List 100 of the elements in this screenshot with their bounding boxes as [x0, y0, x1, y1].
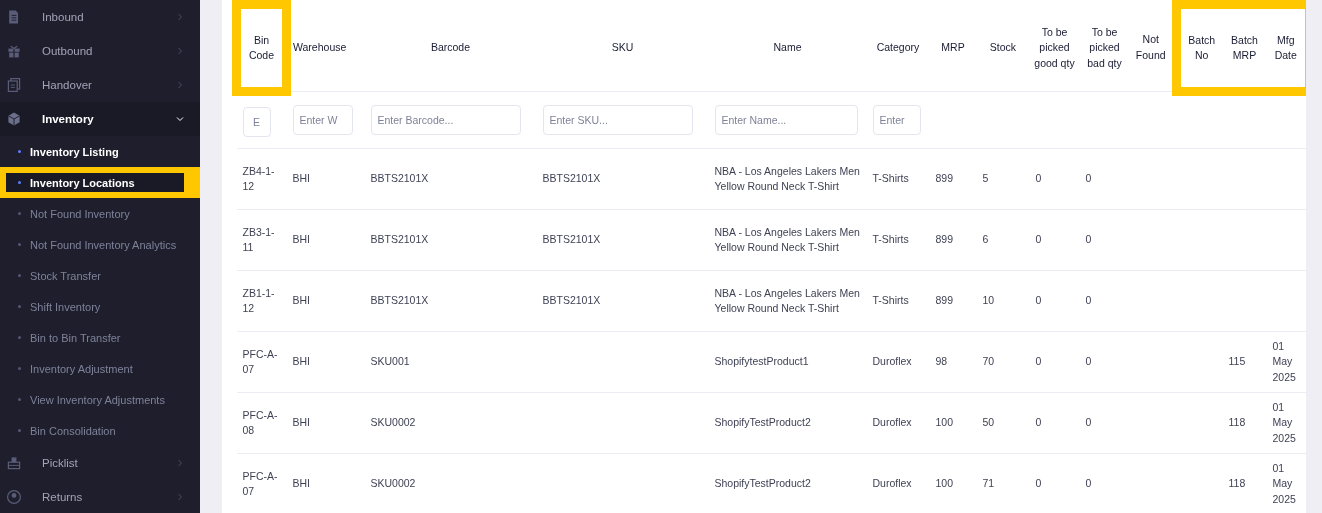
- table-cell: BHI: [292, 477, 310, 490]
- table-cell: ShopifyTestProduct2: [714, 416, 811, 429]
- table-cell: BBTS2101X: [542, 172, 601, 185]
- chevron-right-icon: [176, 13, 184, 21]
- table-cell: 0: [1085, 477, 1092, 490]
- table-cell: PFC-A-08: [242, 408, 278, 436]
- table-cell: 0: [1035, 416, 1042, 429]
- table-cell: BBTS2101X: [370, 172, 429, 185]
- column-header: Barcode: [364, 4, 537, 92]
- copy-icon: [6, 77, 22, 93]
- table-cell: BBTS2101X: [370, 233, 429, 246]
- table-cell: BHI: [292, 294, 310, 307]
- table-cell: 0: [1035, 294, 1042, 307]
- sidebar-item[interactable]: Shift Inventory: [0, 291, 200, 322]
- table-cell: SKU001: [370, 355, 410, 368]
- table-cell: NBA - Los Angeles Lakers Men Yellow Round Neck T-Shirt: [714, 286, 860, 314]
- sidebar-section[interactable]: Picklist: [0, 446, 200, 480]
- table-cell: 899: [935, 233, 954, 246]
- cube-icon: [6, 111, 22, 127]
- table-cell: ZB4-1-12: [242, 164, 275, 192]
- column-header: Warehouse: [286, 4, 365, 92]
- filter-field[interactable]: E: [242, 107, 271, 137]
- column-header: Category: [866, 4, 930, 92]
- table-cell: BHI: [292, 355, 310, 368]
- table-cell: Duroflex: [872, 355, 912, 368]
- table-cell: 98: [935, 355, 948, 368]
- table-cell: BHI: [292, 172, 310, 185]
- gift-icon: [6, 43, 22, 59]
- sidebar-item[interactable]: Inventory Listing: [0, 136, 200, 167]
- sidebar-item[interactable]: Inventory Locations: [0, 167, 200, 198]
- table-cell: 115: [1228, 355, 1246, 368]
- sidebar-item[interactable]: Bin Consolidation: [0, 415, 200, 446]
- sidebar-section[interactable]: Inventory: [0, 102, 200, 136]
- table-cell: T-Shirts: [872, 172, 909, 185]
- table-cell: 0: [1035, 477, 1042, 490]
- table-cell: SKU0002: [370, 477, 416, 490]
- table-cell: 0: [1085, 233, 1092, 246]
- column-header: MRP: [929, 4, 977, 92]
- table-cell: 0: [1085, 355, 1092, 368]
- filter-field[interactable]: Enter Name...: [714, 105, 858, 135]
- chevron-down-icon: [176, 115, 184, 123]
- table-cell: 5: [982, 172, 989, 185]
- table-cell: 01 May 2025: [1272, 461, 1296, 505]
- table-cell: 70: [982, 355, 995, 368]
- sidebar-item[interactable]: Not Found Inventory: [0, 198, 200, 229]
- sidebar-section[interactable]: Returns: [0, 480, 200, 513]
- sidebar-item[interactable]: Not Found Inventory Analytics: [0, 229, 200, 260]
- table-cell: PFC-A-07: [242, 469, 278, 497]
- table-cell: T-Shirts: [872, 294, 909, 307]
- column-header: Name: [708, 4, 867, 92]
- table-cell: BBTS2101X: [370, 294, 429, 307]
- sidebar-item[interactable]: Inventory Adjustment: [0, 353, 200, 384]
- sidebar-section[interactable]: Outbound: [0, 34, 200, 68]
- table-cell: 118: [1228, 416, 1246, 429]
- column-header: To be picked good qty: [1029, 4, 1080, 92]
- column-header: Stock: [976, 4, 1030, 92]
- tray-icon: [6, 455, 22, 471]
- table-cell: 01 May 2025: [1272, 400, 1296, 444]
- sidebar-item[interactable]: Stock Transfer: [0, 260, 200, 291]
- table-cell: 899: [935, 172, 954, 185]
- chevron-right-icon: [176, 459, 184, 467]
- table-cell: ZB3-1-11: [242, 225, 275, 253]
- table-cell: 100: [935, 416, 954, 429]
- table-cell: BHI: [292, 233, 310, 246]
- table-cell: 50: [982, 416, 995, 429]
- table-cell: 0: [1035, 355, 1042, 368]
- table-cell: PFC-A-07: [242, 347, 278, 375]
- sidebar-item[interactable]: Bin to Bin Transfer: [0, 322, 200, 353]
- table-cell: 118: [1228, 477, 1246, 490]
- table-cell: NBA - Los Angeles Lakers Men Yellow Round Neck T-Shirt: [714, 225, 860, 253]
- table-cell: 01 May 2025: [1272, 339, 1296, 383]
- table-cell: T-Shirts: [872, 233, 909, 246]
- table-cell: BHI: [292, 416, 310, 429]
- filter-field[interactable]: Enter W: [292, 105, 353, 135]
- table-cell: 0: [1085, 172, 1092, 185]
- column-header: SKU: [536, 4, 709, 92]
- table-cell: 100: [935, 477, 954, 490]
- sidebar-section[interactable]: Handover: [0, 68, 200, 102]
- table-cell: 6: [982, 233, 989, 246]
- table-cell: BBTS2101X: [542, 294, 601, 307]
- table-cell: ShopifytestProduct1: [714, 355, 809, 368]
- column-header: Not Found: [1129, 4, 1177, 92]
- sidebar-item[interactable]: View Inventory Adjustments: [0, 384, 200, 415]
- table-cell: 0: [1085, 294, 1092, 307]
- table-cell: 71: [982, 477, 995, 490]
- table-cell: 899: [935, 294, 954, 307]
- filter-field[interactable]: Enter SKU...: [542, 105, 693, 135]
- table-cell: NBA - Los Angeles Lakers Men Yellow Round Neck T-Shirt: [714, 164, 860, 192]
- chevron-right-icon: [176, 81, 184, 89]
- table-cell: SKU0002: [370, 416, 416, 429]
- table-cell: ZB1-1-12: [242, 286, 275, 314]
- table-cell: 0: [1035, 172, 1042, 185]
- column-header: To be picked bad qty: [1079, 4, 1130, 92]
- filter-field[interactable]: Enter: [872, 105, 921, 135]
- chevron-right-icon: [176, 493, 184, 501]
- filter-field[interactable]: Enter Barcode...: [370, 105, 521, 135]
- table-cell: ShopifyTestProduct2: [714, 477, 811, 490]
- sidebar-section[interactable]: Inbound: [0, 0, 200, 34]
- table-cell: 10: [982, 294, 995, 307]
- table-cell: 0: [1085, 416, 1092, 429]
